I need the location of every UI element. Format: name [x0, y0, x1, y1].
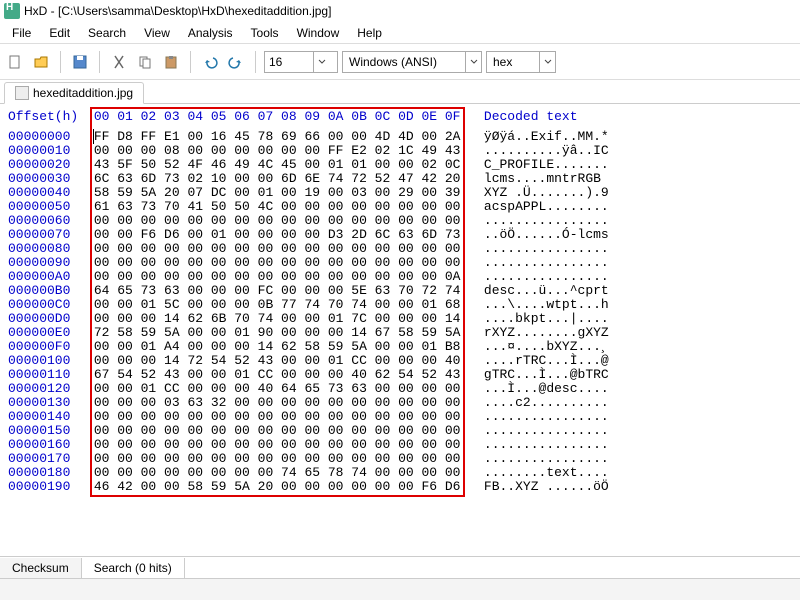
toolbar: Windows (ANSI) hex — [0, 44, 800, 80]
paste-button[interactable] — [160, 51, 182, 73]
undo-button[interactable] — [199, 51, 221, 73]
menu-tools[interactable]: Tools — [243, 24, 287, 42]
statusbar — [0, 578, 800, 600]
menu-window[interactable]: Window — [289, 24, 348, 42]
menubar: File Edit Search View Analysis Tools Win… — [0, 22, 800, 44]
tab-active[interactable]: hexeditaddition.jpg — [4, 82, 144, 104]
cut-button[interactable] — [108, 51, 130, 73]
hex-header-row: Offset(h) 00 01 02 03 04 05 06 07 08 09 … — [8, 110, 792, 124]
number-base-value: hex — [487, 55, 539, 69]
chevron-down-icon[interactable] — [313, 52, 329, 72]
tab-checksum[interactable]: Checksum — [0, 558, 82, 578]
new-button[interactable] — [4, 51, 26, 73]
menu-search[interactable]: Search — [80, 24, 134, 42]
bytes-per-row-combo[interactable] — [264, 51, 338, 73]
open-button[interactable] — [30, 51, 52, 73]
menu-edit[interactable]: Edit — [41, 24, 78, 42]
save-button[interactable] — [69, 51, 91, 73]
menu-help[interactable]: Help — [349, 24, 390, 42]
tab-search-hits[interactable]: Search (0 hits) — [82, 558, 185, 578]
bottom-tabs: Checksum Search (0 hits) — [0, 556, 800, 578]
redo-button[interactable] — [225, 51, 247, 73]
encoding-combo[interactable]: Windows (ANSI) — [342, 51, 482, 73]
hex-body[interactable]: 00000000 FF D8 FF E1 00 16 45 78 69 66 0… — [8, 130, 792, 494]
menu-view[interactable]: View — [136, 24, 178, 42]
menu-file[interactable]: File — [4, 24, 39, 42]
hex-editor[interactable]: Offset(h) 00 01 02 03 04 05 06 07 08 09 … — [0, 104, 800, 494]
separator — [60, 51, 61, 73]
document-tabs: hexeditaddition.jpg — [0, 80, 800, 104]
separator — [190, 51, 191, 73]
number-base-combo[interactable]: hex — [486, 51, 556, 73]
separator — [99, 51, 100, 73]
copy-button[interactable] — [134, 51, 156, 73]
chevron-down-icon[interactable] — [539, 52, 555, 72]
bytes-per-row-input[interactable] — [265, 55, 313, 69]
chevron-down-icon[interactable] — [465, 52, 481, 72]
encoding-value: Windows (ANSI) — [343, 55, 465, 69]
window-title: HxD - [C:\Users\samma\Desktop\HxD\hexedi… — [24, 4, 331, 18]
app-icon — [4, 3, 20, 19]
titlebar: HxD - [C:\Users\samma\Desktop\HxD\hexedi… — [0, 0, 800, 22]
menu-analysis[interactable]: Analysis — [180, 24, 241, 42]
separator — [255, 51, 256, 73]
file-icon — [15, 86, 29, 100]
tab-label: hexeditaddition.jpg — [33, 86, 133, 100]
